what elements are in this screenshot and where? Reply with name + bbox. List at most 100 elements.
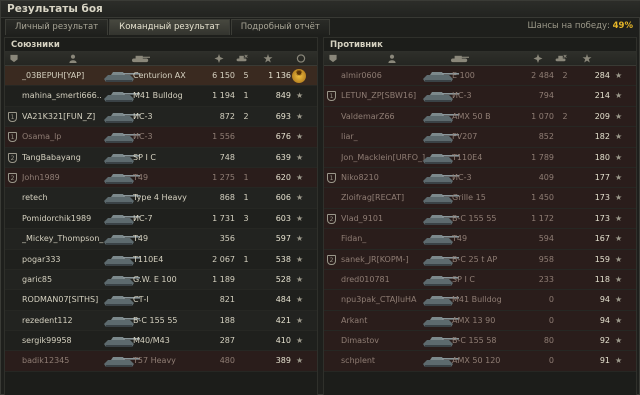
xp-icon[interactable] bbox=[263, 54, 273, 63]
player-row[interactable]: Dimastov B-C 155 58 80 92 ★ bbox=[324, 331, 636, 352]
damage-value: 2 067 bbox=[212, 254, 235, 264]
damage-value: 748 bbox=[219, 152, 235, 162]
player-row[interactable]: sergik99958 M40/M43 287 410 ★ bbox=[5, 331, 317, 352]
player-row[interactable]: 2 TangBabayang SP I C 748 639 ★ bbox=[5, 147, 317, 168]
star-icon: ★ bbox=[296, 254, 304, 264]
damage-value: 794 bbox=[538, 91, 554, 101]
player-row[interactable]: Fidan_ T49 594 167 ★ bbox=[324, 229, 636, 250]
vehicle-name: ИС-3 bbox=[452, 172, 472, 182]
player-row[interactable]: retech Type 4 Heavy 868 1 606 ★ bbox=[5, 188, 317, 209]
star-icon: ★ bbox=[615, 91, 623, 101]
player-row[interactable]: dred010781 SP I C 233 118 ★ bbox=[324, 269, 636, 291]
xp-value: 182 bbox=[594, 132, 610, 142]
vehicle-name: FV207 bbox=[452, 132, 478, 142]
player-row[interactable]: 2 Vlad_9101 B-C 155 55 1 172 173 ★ bbox=[324, 208, 636, 230]
vehicle-name: Centurion AX bbox=[133, 71, 186, 80]
squad-icon[interactable] bbox=[9, 54, 19, 63]
damage-value: 821 bbox=[219, 295, 235, 305]
vehicle-name: T49 bbox=[133, 172, 149, 182]
player-row[interactable]: 1 Osama_lp ИС-3 1 556 676 ★ bbox=[5, 127, 317, 148]
player-row[interactable]: 2 sanek_JR[KOPM-] B-C 25 t AP 958 159 ★ bbox=[324, 249, 636, 270]
xp-value: 606 bbox=[275, 193, 291, 203]
player-icon[interactable] bbox=[387, 54, 397, 63]
vehicle-icon[interactable] bbox=[449, 54, 471, 63]
xp-value: 209 bbox=[594, 111, 610, 121]
damage-value: 1 275 bbox=[212, 172, 235, 182]
player-row[interactable]: garic85 G.W. E 100 1 189 528 ★ bbox=[5, 269, 317, 291]
player-row[interactable]: Zloifrag[RECAT] Grille 15 1 450 173 ★ bbox=[324, 188, 636, 209]
player-row[interactable]: liar_ FV207 852 182 ★ bbox=[324, 127, 636, 148]
tab-team-result[interactable]: Командный результат bbox=[109, 19, 230, 35]
xp-value: 639 bbox=[275, 152, 291, 162]
player-row[interactable]: RODMAN07[SITHS] СТ-I 821 484 ★ bbox=[5, 290, 317, 311]
title-bar: Результаты боя bbox=[1, 1, 640, 18]
xp-value: 693 bbox=[275, 111, 291, 121]
allies-list: _03ВЕРUН[YAP] Centurion AX 6 150 5 1 136 ✹ mah… bbox=[5, 66, 317, 372]
squad-badge: 1 bbox=[8, 132, 17, 143]
vehicle-name: Type 4 Heavy bbox=[133, 193, 187, 203]
damage-value: 480 bbox=[219, 356, 235, 366]
squad-badge: 2 bbox=[327, 213, 336, 224]
star-icon: ★ bbox=[296, 336, 304, 346]
star-icon: ★ bbox=[296, 193, 304, 203]
vehicle-name: ИС-3 bbox=[133, 132, 153, 142]
star-icon: ★ bbox=[615, 71, 623, 80]
win-chance-label: Шансы на победу: bbox=[527, 21, 610, 31]
damage-value: 594 bbox=[538, 234, 554, 244]
star-icon: ★ bbox=[296, 91, 304, 101]
vehicle-name: T110E4 bbox=[133, 254, 164, 264]
player-row[interactable]: Arkant AMX 13 90 0 94 ★ bbox=[324, 310, 636, 332]
player-row[interactable]: npu3pak_CTAJIuHA M41 Bulldog 0 94 ★ bbox=[324, 290, 636, 311]
tab-detailed-report[interactable]: Подробный отчёт bbox=[230, 19, 330, 35]
vehicle-name: T49 bbox=[452, 234, 468, 244]
player-row[interactable]: rezedent112 B-C 155 55 188 421 ★ bbox=[5, 310, 317, 332]
battle-results-window: Результаты боя Личный результат Командны… bbox=[0, 0, 640, 395]
player-icon[interactable] bbox=[68, 54, 78, 63]
player-row[interactable]: pogar333 T110E4 2 067 1 538 ★ bbox=[5, 249, 317, 270]
player-row[interactable]: almir0606 E 100 2 484 2 284 ★ bbox=[324, 66, 636, 87]
star-icon: ★ bbox=[615, 254, 623, 264]
win-chance: Шансы на победу: 49% bbox=[528, 21, 633, 31]
player-row[interactable]: 1 LETUN_ZP[SBW16] ИС-3 794 214 ★ bbox=[324, 86, 636, 107]
vehicle-name: B-C 155 55 bbox=[452, 213, 497, 223]
player-row[interactable]: _03ВЕРUН[YAP] Centurion AX 6 150 5 1 136 ✹ bbox=[5, 66, 317, 87]
star-icon: ★ bbox=[615, 274, 623, 284]
player-row[interactable]: schplent AMX 50 120 0 91 ★ bbox=[324, 351, 636, 372]
medal-icon[interactable] bbox=[296, 54, 306, 63]
damage-value: 1 070 bbox=[531, 111, 554, 121]
vehicle-name: СТ-I bbox=[133, 295, 149, 305]
damage-value: 1 556 bbox=[212, 132, 235, 142]
xp-value: 597 bbox=[275, 234, 291, 244]
xp-value: 180 bbox=[594, 152, 610, 162]
damage-icon[interactable] bbox=[533, 54, 543, 63]
xp-value: 410 bbox=[275, 336, 291, 346]
squad-badge: 1 bbox=[327, 172, 336, 183]
medal-icon[interactable]: ✹ bbox=[292, 69, 306, 83]
player-row[interactable]: _Mickey_Thompson_ T49 356 597 ★ bbox=[5, 229, 317, 250]
damage-value: 1 189 bbox=[212, 274, 235, 284]
vehicle-name: Grille 15 bbox=[452, 193, 486, 203]
damage-value: 958 bbox=[538, 254, 554, 264]
player-row[interactable]: 1 Niko8210 ИС-3 409 177 ★ bbox=[324, 167, 636, 189]
xp-value: 528 bbox=[275, 274, 291, 284]
player-row[interactable]: badik12345 T57 Heavy 480 389 ★ bbox=[5, 351, 317, 372]
star-icon: ★ bbox=[615, 295, 623, 305]
tab-personal-result[interactable]: Личный результат bbox=[5, 19, 109, 35]
xp-value: 421 bbox=[275, 315, 291, 325]
squad-badge: 2 bbox=[8, 172, 17, 183]
xp-value: 94 bbox=[599, 295, 610, 305]
player-row[interactable]: 2 John1989 T49 1 275 1 620 ★ bbox=[5, 167, 317, 189]
player-row[interactable]: Jon_Macklein[URFO_] T110E4 1 789 180 ★ bbox=[324, 147, 636, 168]
kills-icon[interactable] bbox=[235, 54, 249, 63]
vehicle-icon[interactable] bbox=[130, 54, 152, 63]
player-row[interactable]: Pomidorchik1989 ИС-7 1 731 3 603 ★ bbox=[5, 208, 317, 230]
player-row[interactable]: mahina_smerti666.. M41 Bulldog 1 194 1 849 ★ bbox=[5, 86, 317, 107]
xp-value: 484 bbox=[275, 295, 291, 305]
damage-icon[interactable] bbox=[214, 54, 224, 63]
squad-icon[interactable] bbox=[328, 54, 338, 63]
xp-icon[interactable] bbox=[582, 54, 592, 63]
kills-icon[interactable] bbox=[554, 54, 568, 63]
player-row[interactable]: ValdemarZ66 AMX 50 B1 070 2 209 ★ bbox=[324, 106, 636, 128]
player-row[interactable]: 1 VA21K321[FUN_Z] ИС-3 872 2 693 ★ bbox=[5, 106, 317, 128]
star-icon: ★ bbox=[296, 315, 304, 325]
